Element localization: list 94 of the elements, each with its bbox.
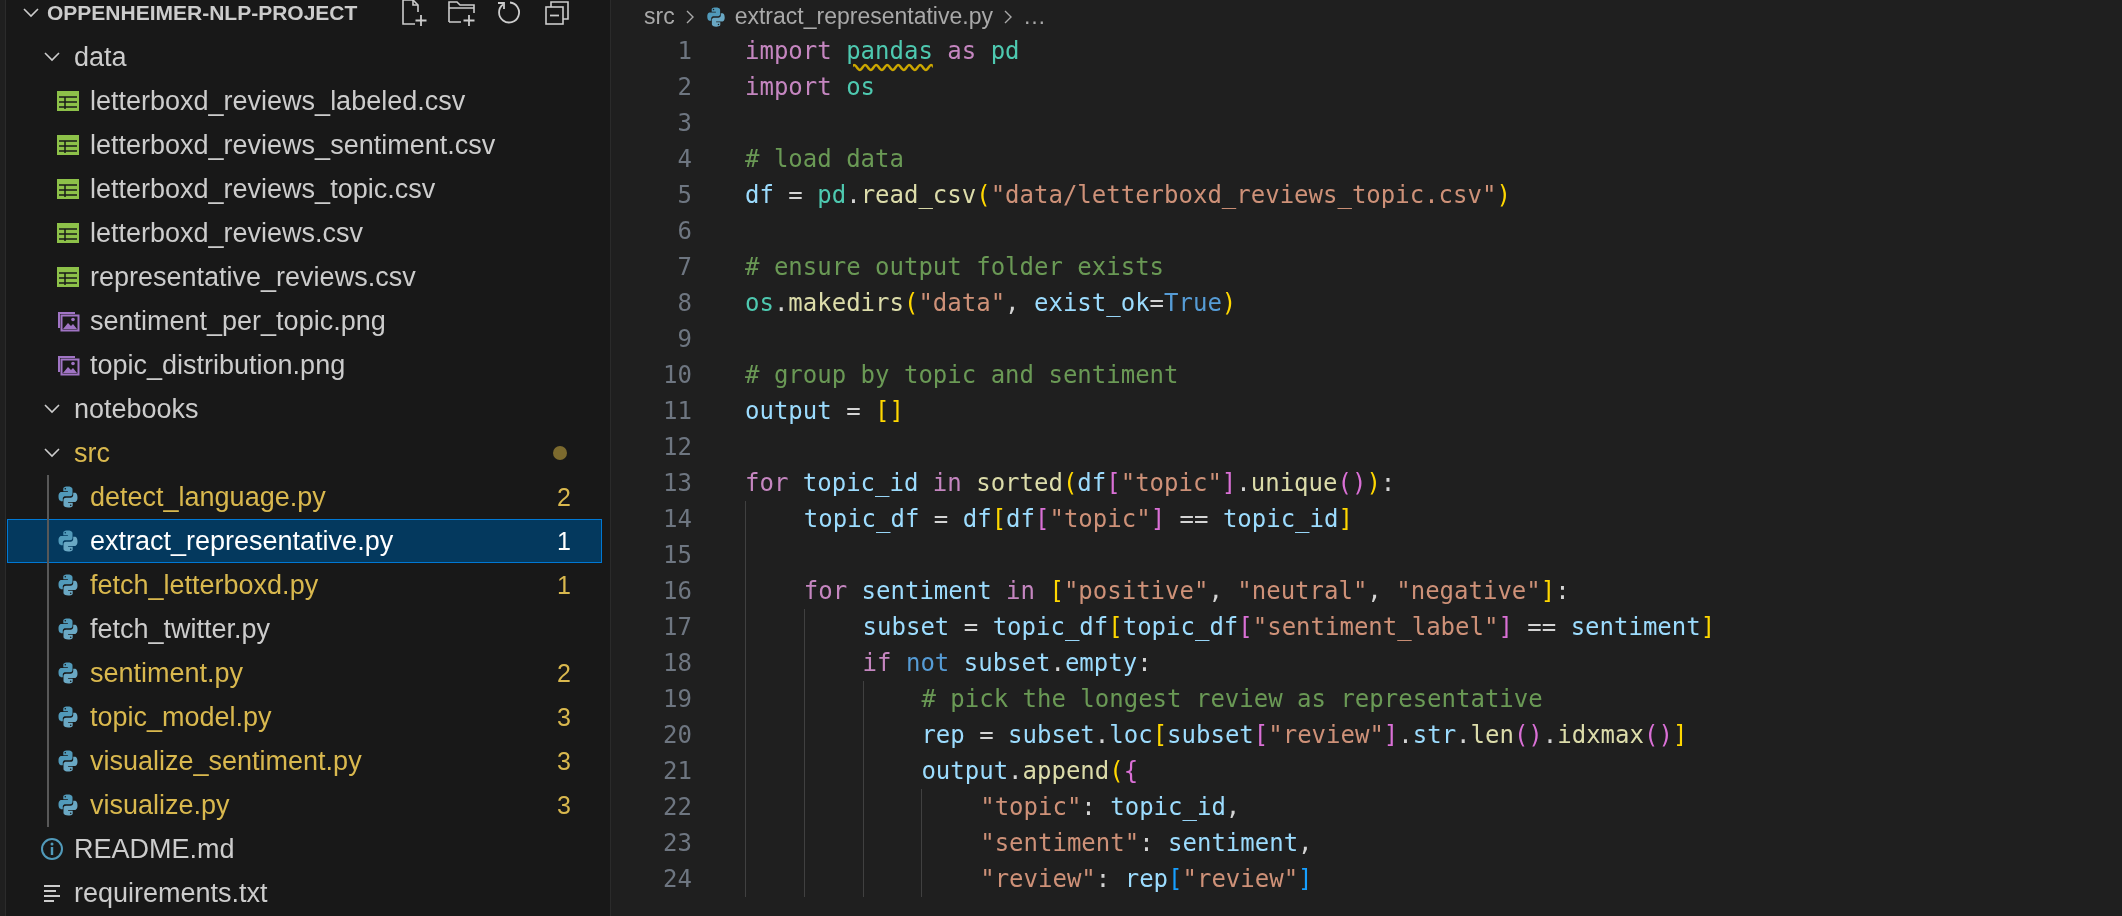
code-line: for topic_id in sorted(df["topic"].unique()): — [745, 468, 1396, 499]
new-folder-icon[interactable] — [447, 0, 478, 28]
line-number: 3 — [676, 108, 692, 139]
python-icon — [56, 749, 80, 773]
line-number: 4 — [676, 144, 692, 175]
code-line: subset = topic_df[topic_df["sentiment_label"] == sentiment] — [745, 609, 1716, 645]
python-icon — [56, 529, 80, 553]
code-line: os.makedirs("data", exist_ok=True) — [745, 288, 1237, 319]
python-icon — [56, 617, 80, 641]
file-item[interactable]: visualize_sentiment.py 3 — [7, 739, 602, 783]
code-line: for sentiment in ["positive", "neutral", "negative"]: — [745, 573, 1570, 609]
more-breadcrumb[interactable]: … — [1022, 3, 1046, 30]
new-file-icon[interactable] — [399, 0, 430, 28]
line-number: 15 — [662, 540, 692, 571]
file-item[interactable]: README.md — [7, 827, 602, 871]
code-line: df = pd.read_csv("data/letterboxd_reviews_topic.csv") — [745, 180, 1511, 211]
file-item[interactable]: letterboxd_reviews.csv — [7, 211, 602, 255]
problem-count: 3 — [557, 702, 571, 732]
problem-count: 3 — [557, 746, 571, 776]
code-line: topic_df = df[df["topic"] == topic_id] — [745, 501, 1353, 537]
line-number: 5 — [676, 180, 692, 211]
line-number: 18 — [662, 648, 692, 679]
modified-dot — [553, 446, 567, 460]
problem-count: 3 — [557, 790, 571, 820]
line-number: 17 — [662, 612, 692, 643]
folder-item[interactable]: data — [7, 35, 602, 79]
line-number: 23 — [662, 828, 692, 859]
code-line: rep = subset.loc[subset["review"].str.len().idxmax()] — [745, 717, 1688, 753]
problem-count: 1 — [557, 570, 571, 600]
file-item[interactable]: detect_language.py 2 — [7, 475, 602, 519]
python-icon — [56, 705, 80, 729]
code-line: # load data — [745, 144, 904, 175]
line-number: 1 — [676, 36, 692, 67]
problem-count: 1 — [557, 526, 571, 556]
file-item[interactable]: letterboxd_reviews_labeled.csv — [7, 79, 602, 123]
code-line: output.append({ — [745, 753, 1139, 789]
line-number: 24 — [662, 864, 692, 895]
code-line: "sentiment": sentiment, — [745, 825, 1313, 861]
line-number: 7 — [676, 252, 692, 283]
line-number: 2 — [676, 72, 692, 103]
python-icon — [56, 793, 80, 817]
file-item[interactable]: sentiment_per_topic.png — [7, 299, 602, 343]
python-icon — [56, 485, 80, 509]
file-item[interactable]: sentiment.py 2 — [7, 651, 602, 695]
file-item[interactable]: fetch_twitter.py — [7, 607, 602, 651]
breadcrumb-item[interactable]: extract_representative.py — [734, 3, 993, 30]
table-icon — [56, 177, 80, 201]
line-number: 14 — [662, 504, 692, 535]
code-line: import os — [745, 72, 876, 103]
line-number: 10 — [662, 360, 692, 391]
breadcrumb-item[interactable]: src — [644, 3, 675, 30]
line-number: 12 — [662, 432, 692, 463]
line-number: 22 — [662, 792, 692, 823]
code-line: output = [] — [745, 396, 904, 427]
line-number: 9 — [676, 324, 692, 355]
file-item[interactable]: visualize.py 3 — [7, 783, 602, 827]
file-item[interactable]: letterboxd_reviews_topic.csv — [7, 167, 602, 211]
line-number: 13 — [662, 468, 692, 499]
table-icon — [56, 265, 80, 289]
problem-count: 2 — [557, 482, 571, 512]
code-line: "review": rep["review"] — [745, 861, 1313, 897]
file-item[interactable]: topic_distribution.png — [7, 343, 602, 387]
file-item[interactable]: topic_model.py 3 — [7, 695, 602, 739]
file-item[interactable]: representative_reviews.csv — [7, 255, 602, 299]
table-icon — [56, 133, 80, 157]
file-item[interactable]: letterboxd_reviews_sentiment.csv — [7, 123, 602, 167]
code-line: "topic": topic_id, — [745, 789, 1241, 825]
code-line: if not subset.empty: — [745, 645, 1152, 681]
python-icon — [704, 5, 727, 28]
line-number: 16 — [662, 576, 692, 607]
file-item[interactable]: fetch_letterboxd.py 1 — [7, 563, 602, 607]
code-line: # ensure output folder exists — [745, 252, 1165, 283]
line-number: 11 — [662, 396, 692, 427]
project-title: OPPENHEIMER-NLP-PROJECT — [47, 0, 358, 26]
file-item[interactable]: extract_representative.py 1 — [7, 519, 602, 563]
code-line: # group by topic and sentiment — [745, 360, 1179, 391]
line-number: 20 — [662, 720, 692, 751]
line-number: 21 — [662, 756, 692, 787]
table-icon — [56, 221, 80, 245]
info-icon — [40, 837, 64, 861]
python-icon — [56, 661, 80, 685]
folder-item[interactable]: src — [7, 431, 602, 475]
problem-count: 2 — [557, 658, 571, 688]
line-number: 8 — [676, 288, 692, 319]
image-icon — [56, 353, 80, 377]
python-icon — [56, 573, 80, 597]
file-item[interactable]: requirements.txt — [7, 871, 602, 915]
code-line: # pick the longest review as representative — [745, 681, 1543, 717]
code-line: import pandas as pd — [745, 36, 1020, 67]
image-icon — [56, 309, 80, 333]
table-icon — [56, 89, 80, 113]
folder-item[interactable]: notebooks — [7, 387, 602, 431]
line-number: 6 — [676, 216, 692, 247]
line-number: 19 — [662, 684, 692, 715]
